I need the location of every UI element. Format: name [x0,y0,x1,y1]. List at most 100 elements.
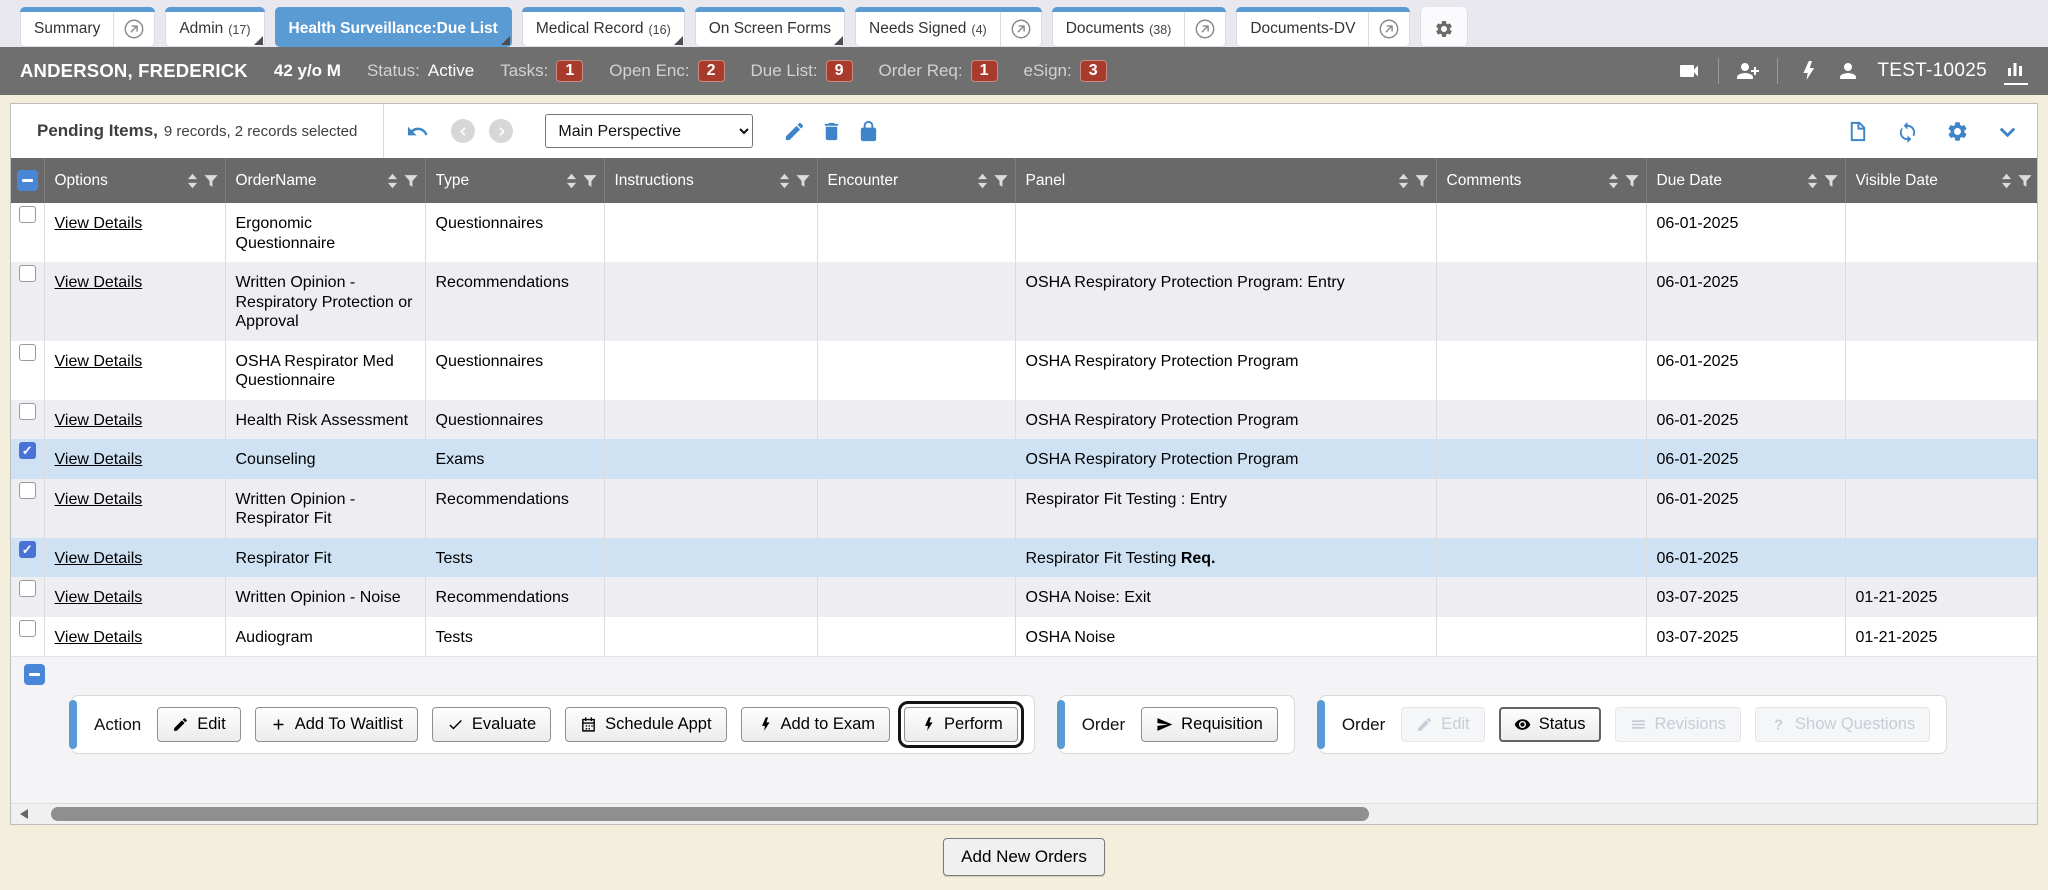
counter-badge[interactable]: 2 [698,60,725,82]
sort-icon[interactable] [976,171,989,191]
view-details-link[interactable]: View Details [55,412,143,429]
tab-on-screen-forms[interactable]: On Screen Forms [695,7,845,47]
add-to-waitlist-button[interactable]: Add To Waitlist [255,707,418,742]
tab-summary[interactable]: Summary [20,7,155,47]
column-header-due-date[interactable]: Due Date [1646,158,1845,203]
edit-perspective-pencil-icon[interactable] [783,120,806,143]
filter-icon[interactable] [582,173,598,189]
settings-gear-icon[interactable] [1946,120,1969,143]
column-header-options[interactable]: Options [44,158,225,203]
filter-icon[interactable] [1414,173,1430,189]
row-checkbox[interactable] [19,620,36,637]
view-details-link[interactable]: View Details [55,550,143,567]
sort-icon[interactable] [1806,171,1819,191]
row-checkbox[interactable] [19,403,36,420]
view-details-link[interactable]: View Details [55,491,143,508]
view-details-link[interactable]: View Details [55,451,143,468]
row-select-cell: ✓ [11,538,44,578]
sort-icon[interactable] [2000,171,2013,191]
sort-icon[interactable] [386,171,399,191]
row-checkbox[interactable] [19,344,36,361]
add-person-icon[interactable] [1736,59,1760,83]
scroll-left-arrow[interactable] [20,809,28,819]
status-button[interactable]: Status [1499,707,1601,742]
row-select-cell [11,617,44,657]
refresh-icon[interactable] [1896,120,1919,143]
tab-settings-button[interactable] [1420,7,1468,47]
view-details-link[interactable]: View Details [55,629,143,646]
filter-icon[interactable] [203,173,219,189]
previous-record-icon[interactable] [451,119,475,143]
filter-icon[interactable] [1823,173,1839,189]
view-details-link[interactable]: View Details [55,589,143,606]
row-checkbox[interactable] [19,265,36,282]
view-details-link[interactable]: View Details [55,353,143,370]
row-checkbox[interactable] [19,206,36,223]
undo-icon[interactable] [406,120,429,143]
add-new-orders-button[interactable]: Add New Orders [943,838,1105,876]
filter-icon[interactable] [1624,173,1640,189]
view-details-link[interactable]: View Details [55,215,143,232]
add-to-exam-button[interactable]: Add to Exam [741,707,890,742]
tab-popout-button[interactable] [1000,7,1041,46]
row-checkbox[interactable]: ✓ [19,541,36,558]
tab-health-surveillance-due-list[interactable]: Health Surveillance:Due List [275,7,512,47]
delete-trash-icon[interactable] [820,120,843,143]
filter-icon[interactable] [403,173,419,189]
next-record-icon[interactable] [489,119,513,143]
collapse-selection-toggle[interactable] [24,664,45,685]
tab-needs-signed[interactable]: Needs Signed (4) [855,7,1042,47]
column-header-instructions[interactable]: Instructions [604,158,817,203]
lightning-icon[interactable] [1795,59,1819,83]
horizontal-scrollbar[interactable] [11,803,2037,824]
sort-icon[interactable] [565,171,578,191]
filter-icon[interactable] [795,173,811,189]
sort-icon[interactable] [186,171,199,191]
column-header-ordername[interactable]: OrderName [225,158,425,203]
counter-badge[interactable]: 9 [826,60,853,82]
tab-documents[interactable]: Documents (38) [1052,7,1227,47]
patient-id: TEST-10025 [1877,60,1987,82]
filter-icon[interactable] [993,173,1009,189]
instructions-cell [604,341,817,400]
schedule-appt-button[interactable]: Schedule Appt [565,707,726,742]
row-checkbox[interactable] [19,482,36,499]
column-header-visible-date[interactable]: Visible Date [1845,158,2038,203]
view-details-link[interactable]: View Details [55,274,143,291]
column-header-comments[interactable]: Comments [1436,158,1646,203]
column-header-panel[interactable]: Panel [1015,158,1436,203]
tab-popout-button[interactable] [113,7,154,46]
tab-admin[interactable]: Admin (17) [165,7,264,47]
sort-icon[interactable] [778,171,791,191]
row-checkbox[interactable] [19,580,36,597]
counter-badge[interactable]: 1 [556,60,583,82]
tab-medical-record[interactable]: Medical Record (16) [522,7,685,47]
column-header-encounter[interactable]: Encounter [817,158,1015,203]
row-checkbox[interactable]: ✓ [19,442,36,459]
show-questions-button[interactable]: ?Show Questions [1755,707,1930,742]
perform-button[interactable]: Perform [904,707,1018,742]
new-document-icon[interactable] [1846,120,1869,143]
tab-documents-dv[interactable]: Documents-DV [1236,7,1410,47]
scrollbar-thumb[interactable] [51,807,1369,821]
tab-popout-button[interactable] [1368,7,1409,46]
requisition-button[interactable]: Requisition [1141,707,1278,742]
sort-icon[interactable] [1397,171,1410,191]
counter-badge[interactable]: 3 [1080,60,1107,82]
counter-badge[interactable]: 1 [971,60,998,82]
select-all-toggle[interactable] [17,170,38,191]
collapse-chevron-down-icon[interactable] [1996,120,2019,143]
perspective-select[interactable]: Main Perspective [545,114,753,148]
edit-button[interactable]: Edit [157,707,240,742]
column-label: Panel [1026,172,1393,190]
evaluate-button[interactable]: Evaluate [432,707,551,742]
lock-icon[interactable] [857,120,880,143]
edit-button[interactable]: Edit [1401,707,1484,742]
column-header-type[interactable]: Type [425,158,604,203]
video-camera-icon[interactable] [1677,59,1701,83]
tab-popout-button[interactable] [1184,7,1225,46]
sort-icon[interactable] [1607,171,1620,191]
revisions-button[interactable]: Revisions [1615,707,1742,742]
filter-icon[interactable] [2017,173,2033,189]
bar-chart-icon[interactable] [2004,58,2028,85]
